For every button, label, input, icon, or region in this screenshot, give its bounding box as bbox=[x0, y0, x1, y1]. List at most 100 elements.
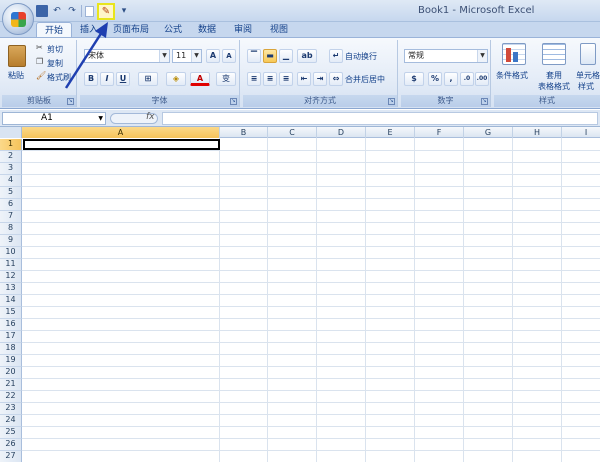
chevron-down-icon[interactable]: ▼ bbox=[159, 50, 169, 62]
row-header[interactable]: 22 bbox=[0, 391, 22, 403]
qat-customize-icon[interactable]: ▾ bbox=[118, 5, 130, 17]
copy-icon[interactable]: ❐ bbox=[36, 57, 43, 66]
row-header[interactable]: 20 bbox=[0, 367, 22, 379]
tab-home[interactable]: 开始 bbox=[36, 22, 72, 38]
paste-button[interactable]: 粘贴 bbox=[8, 70, 24, 81]
font-size-select[interactable]: 11 ▼ bbox=[172, 49, 202, 63]
shrink-font-button[interactable]: A bbox=[222, 49, 236, 63]
cell-style-icon[interactable] bbox=[580, 43, 596, 65]
align-center-icon[interactable]: ≡ bbox=[263, 72, 277, 86]
comma-button[interactable]: , bbox=[444, 72, 458, 86]
doc-icon[interactable] bbox=[85, 5, 94, 17]
number-launcher-icon[interactable]: ↘ bbox=[481, 98, 488, 105]
office-button[interactable] bbox=[2, 3, 34, 35]
table-format-icon[interactable] bbox=[542, 43, 566, 65]
row-header[interactable]: 26 bbox=[0, 439, 22, 451]
row-header[interactable]: 12 bbox=[0, 271, 22, 283]
row-header[interactable]: 8 bbox=[0, 223, 22, 235]
row-header[interactable]: 3 bbox=[0, 163, 22, 175]
row-header[interactable]: 13 bbox=[0, 283, 22, 295]
currency-icon[interactable]: $ bbox=[404, 72, 424, 86]
tab-view[interactable]: 视图 bbox=[264, 22, 294, 38]
save-icon[interactable] bbox=[36, 5, 48, 17]
chevron-down-icon[interactable]: ▼ bbox=[477, 50, 487, 62]
column-header-b[interactable]: B bbox=[220, 127, 268, 138]
wrap-text-button[interactable]: 自动换行 bbox=[345, 51, 377, 62]
align-left-icon[interactable]: ≡ bbox=[247, 72, 261, 86]
table-format-button-line1[interactable]: 套用 bbox=[546, 70, 562, 81]
row-header[interactable]: 16 bbox=[0, 319, 22, 331]
copy-button[interactable]: 复制 bbox=[47, 58, 63, 69]
cut-icon[interactable]: ✂ bbox=[36, 43, 43, 52]
row-header[interactable]: 9 bbox=[0, 235, 22, 247]
fill-color-icon[interactable]: ◈ bbox=[166, 72, 186, 86]
row-header[interactable]: 5 bbox=[0, 187, 22, 199]
column-header-i[interactable]: I bbox=[562, 127, 600, 138]
increase-indent-icon[interactable]: ⇥ bbox=[313, 72, 327, 86]
row-header[interactable]: 4 bbox=[0, 175, 22, 187]
conditional-format-button[interactable]: 条件格式 bbox=[496, 70, 528, 81]
align-bottom-icon[interactable]: ▁ bbox=[279, 49, 293, 63]
format-painter-button[interactable]: 格式刷 bbox=[47, 72, 71, 83]
row-header[interactable]: 25 bbox=[0, 427, 22, 439]
wrap-text-icon[interactable]: ↵ bbox=[329, 49, 343, 63]
decrease-decimal-icon[interactable]: .00 bbox=[475, 72, 489, 86]
row-header[interactable]: 19 bbox=[0, 355, 22, 367]
decrease-indent-icon[interactable]: ⇤ bbox=[297, 72, 311, 86]
paste-icon[interactable] bbox=[8, 45, 26, 67]
column-header-f[interactable]: F bbox=[415, 127, 464, 138]
align-top-icon[interactable]: ▔ bbox=[247, 49, 261, 63]
insert-function-icon[interactable]: fx bbox=[146, 112, 155, 122]
row-header[interactable]: 21 bbox=[0, 379, 22, 391]
increase-decimal-icon[interactable]: .0 bbox=[460, 72, 474, 86]
chevron-down-icon[interactable]: ▼ bbox=[98, 113, 103, 124]
row-header[interactable]: 6 bbox=[0, 199, 22, 211]
row-header[interactable]: 15 bbox=[0, 307, 22, 319]
merge-center-icon[interactable]: ⇔ bbox=[329, 72, 343, 86]
cell-style-button-line1[interactable]: 单元格 bbox=[576, 70, 600, 81]
column-header-c[interactable]: C bbox=[268, 127, 317, 138]
formula-input[interactable] bbox=[162, 112, 598, 125]
merge-center-button[interactable]: 合并后居中 bbox=[345, 74, 385, 85]
worksheet-grid[interactable]: A B C D E F G H I 1 2 3 4 5 6 7 8 9 10 11 12 13 14 15 1… bbox=[0, 127, 600, 462]
row-header[interactable]: 7 bbox=[0, 211, 22, 223]
row-header[interactable]: 14 bbox=[0, 295, 22, 307]
row-header[interactable]: 10 bbox=[0, 247, 22, 259]
tab-page-layout[interactable]: 页面布局 bbox=[106, 22, 156, 38]
number-format-select[interactable]: 常规 ▼ bbox=[404, 49, 488, 63]
format-painter-icon[interactable]: 🖌 bbox=[36, 71, 46, 80]
phonetic-button[interactable]: 变 bbox=[216, 72, 236, 86]
underline-button[interactable]: U bbox=[116, 72, 130, 86]
column-header-g[interactable]: G bbox=[464, 127, 513, 138]
column-header-a[interactable]: A bbox=[22, 127, 220, 138]
conditional-format-icon[interactable] bbox=[502, 43, 526, 65]
column-header-h[interactable]: H bbox=[513, 127, 562, 138]
bold-button[interactable]: B bbox=[84, 72, 98, 86]
italic-button[interactable]: I bbox=[100, 72, 114, 86]
active-cell-a1[interactable] bbox=[23, 139, 220, 150]
clipboard-launcher-icon[interactable]: ↘ bbox=[67, 98, 74, 105]
row-header[interactable]: 1 bbox=[0, 139, 22, 151]
row-header[interactable]: 23 bbox=[0, 403, 22, 415]
align-middle-icon[interactable]: ▬ bbox=[263, 49, 277, 63]
format-painter-qat-icon[interactable]: ✎ bbox=[97, 2, 115, 20]
percent-button[interactable]: % bbox=[428, 72, 442, 86]
row-header[interactable]: 11 bbox=[0, 259, 22, 271]
grow-font-button[interactable]: A bbox=[206, 49, 220, 63]
redo-icon[interactable]: ↷ bbox=[66, 5, 78, 17]
column-header-e[interactable]: E bbox=[366, 127, 415, 138]
font-color-button[interactable]: A bbox=[190, 72, 210, 86]
table-format-button-line2[interactable]: 表格格式 bbox=[538, 81, 570, 92]
tab-review[interactable]: 审阅 bbox=[228, 22, 258, 38]
name-box[interactable]: A1 ▼ bbox=[2, 112, 106, 125]
row-header[interactable]: 17 bbox=[0, 331, 22, 343]
undo-icon[interactable]: ↶ bbox=[51, 5, 63, 17]
row-header[interactable]: 2 bbox=[0, 151, 22, 163]
row-header[interactable]: 24 bbox=[0, 415, 22, 427]
row-header[interactable]: 27 bbox=[0, 451, 22, 462]
border-icon[interactable]: ⊞ bbox=[138, 72, 158, 86]
column-header-d[interactable]: D bbox=[317, 127, 366, 138]
align-right-icon[interactable]: ≡ bbox=[279, 72, 293, 86]
chevron-down-icon[interactable]: ▼ bbox=[191, 50, 201, 62]
tab-insert[interactable]: 插入 bbox=[74, 22, 104, 38]
